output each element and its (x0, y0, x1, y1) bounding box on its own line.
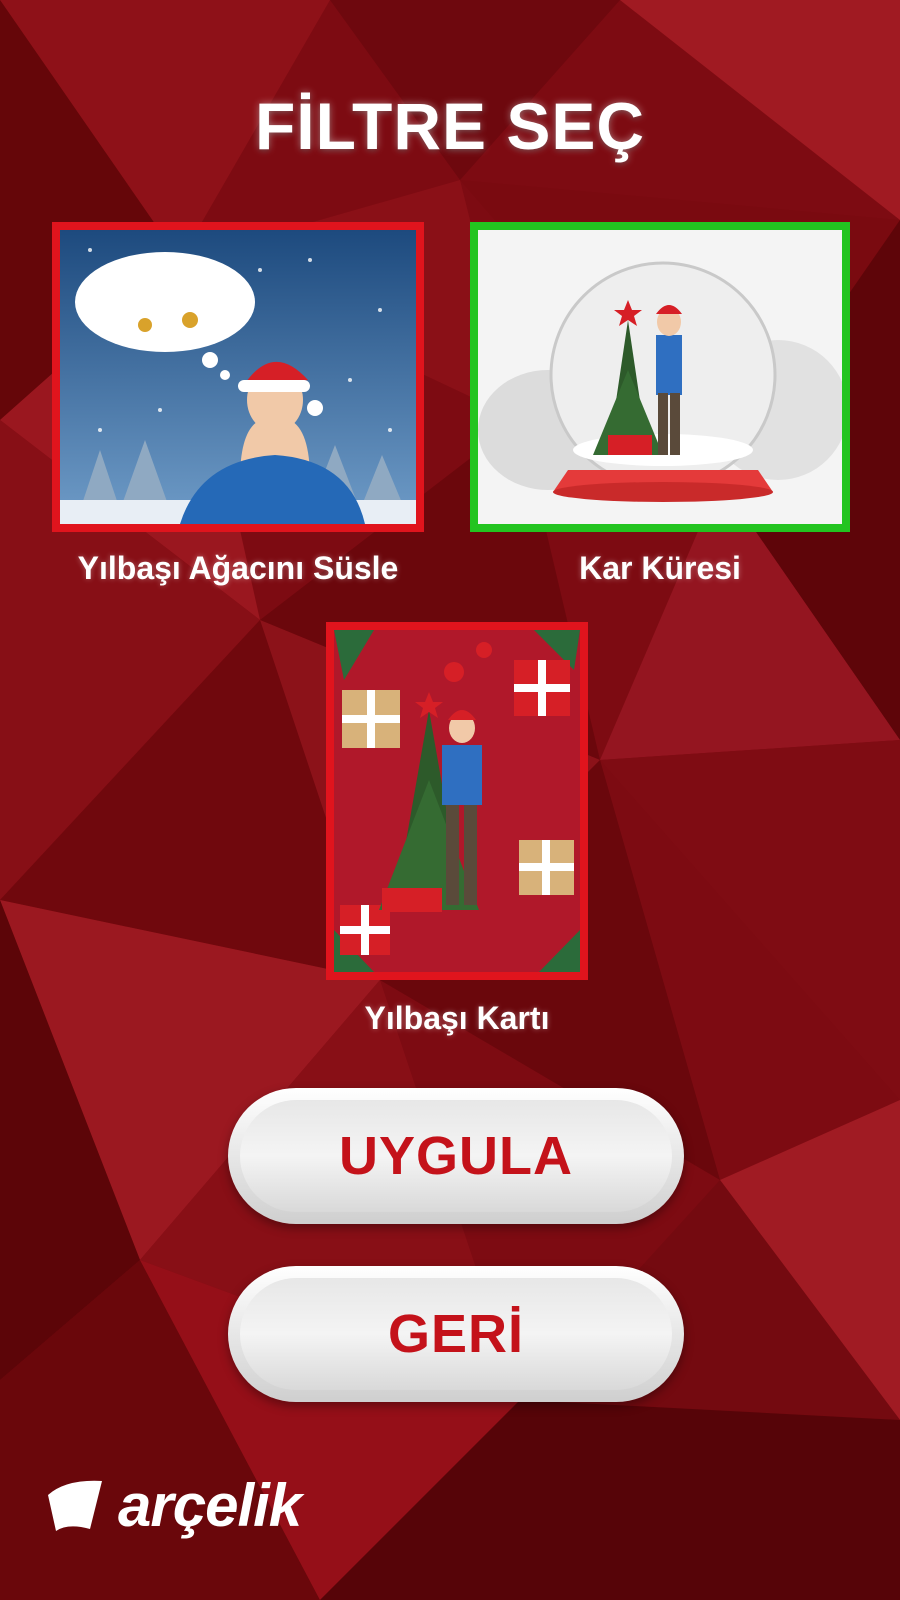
back-button-label: GERİ (240, 1278, 672, 1390)
filter-card-snow-globe[interactable] (470, 222, 850, 532)
apply-button[interactable]: UYGULA (228, 1088, 684, 1224)
page-title: FİLTRE SEÇ (254, 89, 646, 163)
filter-preview-new-year-card (334, 630, 580, 972)
filter-card-new-year-card[interactable] (326, 622, 588, 980)
filter-label-snow-globe: Kar Küresi (579, 550, 741, 586)
filter-card-decorate-tree[interactable] (52, 222, 424, 532)
filter-preview-snow-globe (478, 230, 842, 524)
filter-label-new-year-card: Yılbaşı Kartı (364, 1000, 550, 1036)
brand-name: arçelik (118, 1471, 302, 1539)
back-button[interactable]: GERİ (228, 1266, 684, 1402)
brand-logo-mark-icon (48, 1480, 102, 1531)
brand-logo: arçelik (46, 1470, 302, 1540)
apply-button-label: UYGULA (240, 1100, 672, 1212)
filter-label-decorate-tree: Yılbaşı Ağacını Süsle (77, 550, 399, 586)
filter-preview-decorate-tree (60, 230, 416, 524)
